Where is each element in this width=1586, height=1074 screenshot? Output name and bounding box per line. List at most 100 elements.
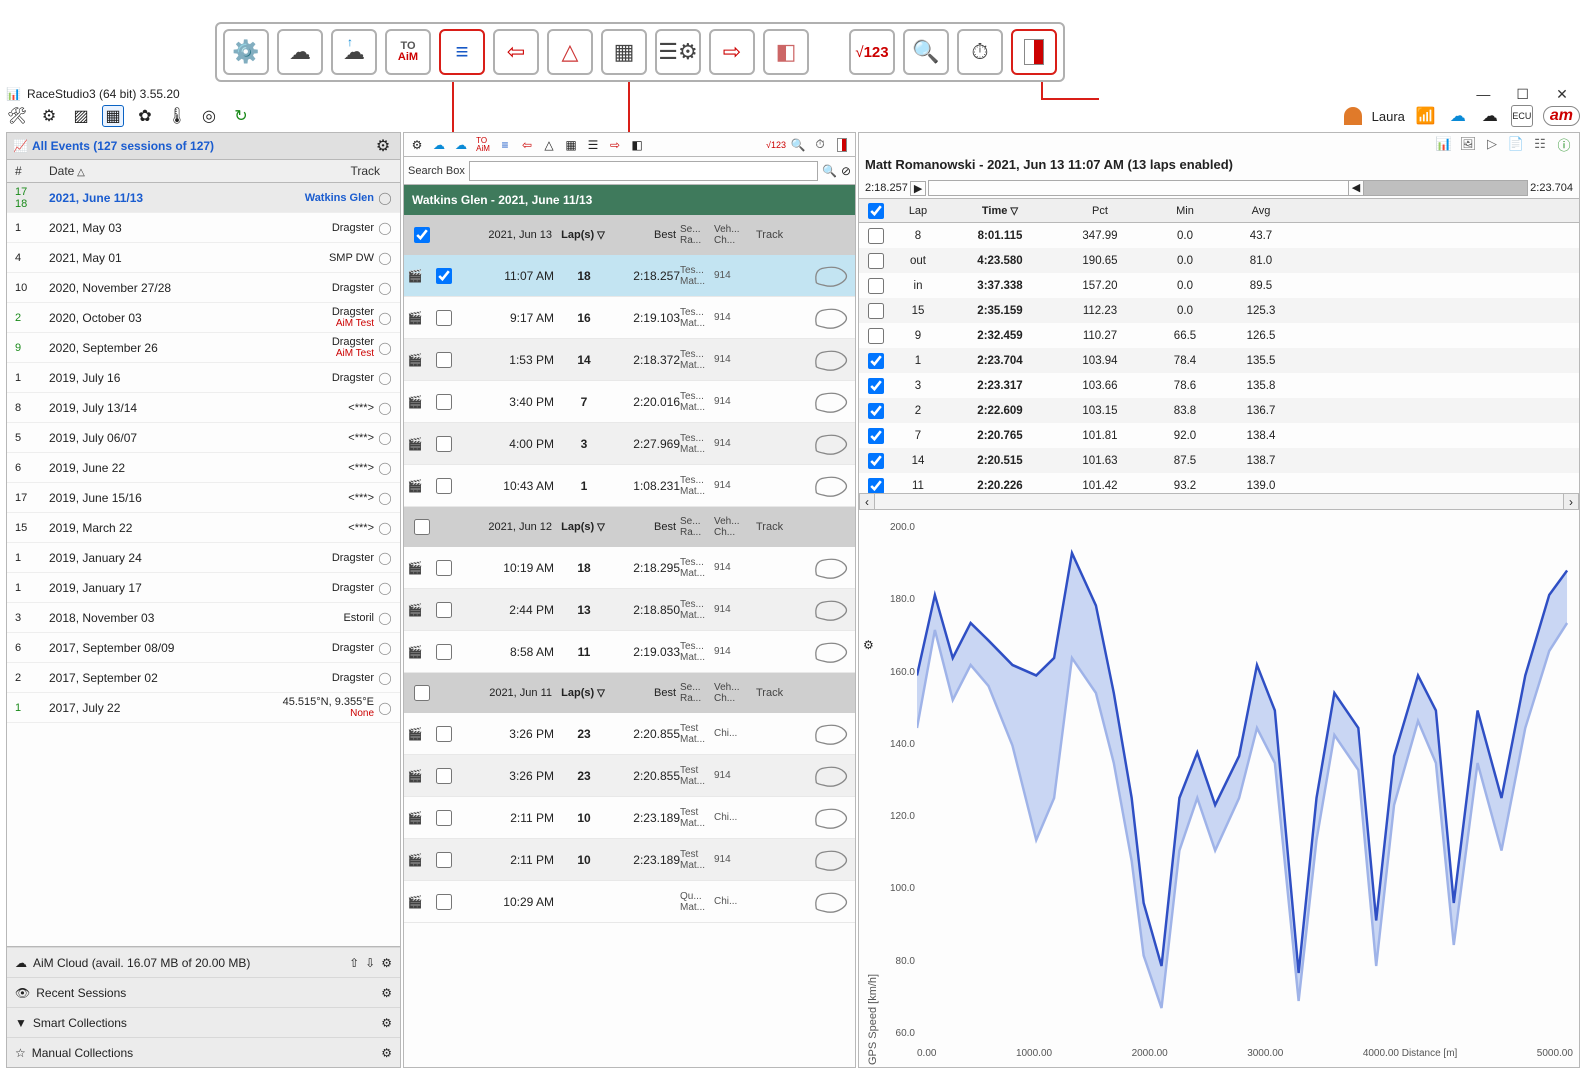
info-icon[interactable]: ⓘ: [1555, 135, 1573, 153]
laps-table-body[interactable]: 88:01.115347.990.043.7out4:23.580190.650…: [859, 223, 1579, 493]
mini-export-icon[interactable]: ⇨: [606, 136, 624, 154]
session-row[interactable]: 🎬2:11 PM102:23.189TestMat...Chi...: [404, 797, 855, 839]
inspect-icon[interactable]: 🔍: [903, 29, 949, 75]
session-checkbox[interactable]: [436, 644, 452, 660]
day-laps-header[interactable]: Lap(s): [558, 521, 608, 533]
mini-gear-icon[interactable]: ⚙: [408, 136, 426, 154]
day-checkbox[interactable]: [414, 685, 430, 701]
settings-gear-icon[interactable]: ⚙️: [223, 29, 269, 75]
session-checkbox[interactable]: [436, 852, 452, 868]
session-checkbox[interactable]: [436, 352, 452, 368]
lap-row[interactable]: 22:22.609103.1583.8136.7: [859, 398, 1579, 423]
day-checkbox[interactable]: [414, 519, 430, 535]
session-row[interactable]: 🎬1:53 PM142:18.372Tes...Mat...914: [404, 339, 855, 381]
lap-checkbox[interactable]: [868, 478, 884, 494]
session-checkbox[interactable]: [436, 894, 452, 910]
layers-2-icon[interactable]: ▨: [70, 105, 92, 127]
config-icon[interactable]: ☰⚙: [655, 29, 701, 75]
maximize-button[interactable]: ☐: [1505, 85, 1541, 103]
session-row[interactable]: 🎬3:26 PM232:20.855TestMat...914: [404, 755, 855, 797]
lap-row[interactable]: 32:23.317103.6678.6135.8: [859, 373, 1579, 398]
day-best-header[interactable]: Best: [608, 521, 680, 533]
event-row[interactable]: 12019, July 16Dragster◯: [7, 363, 400, 393]
event-row[interactable]: 62019, June 22<***>◯: [7, 453, 400, 483]
lap-checkbox[interactable]: [868, 403, 884, 419]
mini-back-icon[interactable]: ⇦: [518, 136, 536, 154]
lap-row[interactable]: 92:32.459110.2766.5126.5: [859, 323, 1579, 348]
cloud-sync-icon[interactable]: ☁: [1447, 105, 1469, 127]
session-checkbox[interactable]: [436, 602, 452, 618]
minimize-button[interactable]: —: [1465, 85, 1501, 103]
day-best-header[interactable]: Best: [608, 687, 680, 699]
mini-peak-icon[interactable]: △: [540, 136, 558, 154]
cloud-icon[interactable]: ☁: [1479, 105, 1501, 127]
col-lap-header[interactable]: Lap: [891, 205, 945, 217]
close-button[interactable]: ✕: [1544, 85, 1580, 103]
lap-row[interactable]: 142:20.515101.6387.5138.7: [859, 448, 1579, 473]
split-view-button[interactable]: [1011, 29, 1057, 75]
photo-icon[interactable]: 🖼: [1459, 135, 1477, 153]
sessions-list[interactable]: 2021, Jun 13Lap(s)BestSe...Ra...Veh...Ch…: [404, 215, 855, 1067]
recent-settings-icon[interactable]: ⚙: [381, 986, 392, 1000]
mini-eraser-icon[interactable]: ◧: [628, 136, 646, 154]
mini-cloud-up-icon[interactable]: ☁: [452, 136, 470, 154]
cloud-settings-icon[interactable]: ⚙: [381, 956, 392, 970]
session-checkbox[interactable]: [436, 436, 452, 452]
ecu-icon[interactable]: ECU: [1511, 105, 1533, 127]
session-row[interactable]: 🎬4:00 PM32:27.969Tes...Mat...914: [404, 423, 855, 465]
session-checkbox[interactable]: [436, 560, 452, 576]
chart-small-icon[interactable]: 📊: [1435, 135, 1453, 153]
mini-stopwatch-icon[interactable]: ⏱: [811, 136, 829, 154]
lap-checkbox[interactable]: [868, 328, 884, 344]
peak-icon[interactable]: △: [547, 29, 593, 75]
session-row[interactable]: 🎬8:58 AM112:19.033Tes...Mat...914: [404, 631, 855, 673]
event-row[interactable]: 17 182021, June 11/13Watkins Glen◯: [7, 183, 400, 213]
event-row[interactable]: 62017, September 08/09Dragster◯: [7, 633, 400, 663]
event-row[interactable]: 172019, June 15/16<***>◯: [7, 483, 400, 513]
wifi-icon[interactable]: 📶: [1415, 105, 1437, 127]
doc-icon[interactable]: 📄: [1507, 135, 1525, 153]
layers-3-icon[interactable]: ▦: [102, 105, 124, 127]
col-pct-header[interactable]: Pct: [1055, 205, 1145, 217]
session-row[interactable]: 🎬11:07 AM182:18.257Tes...Mat...914: [404, 255, 855, 297]
event-row[interactable]: 22020, October 03DragsterAiM Test◯: [7, 303, 400, 333]
mini-config-icon[interactable]: ☰: [584, 136, 602, 154]
session-row[interactable]: 🎬10:29 AMQu...Mat...Chi...: [404, 881, 855, 923]
smart-collections-row[interactable]: ▼ Smart Collections ⚙: [7, 1007, 400, 1037]
scroll-left-icon[interactable]: ‹: [859, 494, 875, 509]
session-checkbox[interactable]: [436, 478, 452, 494]
lap-checkbox[interactable]: [868, 453, 884, 469]
lap-checkbox[interactable]: [868, 353, 884, 369]
manual-settings-icon[interactable]: ⚙: [381, 1046, 392, 1060]
day-checkbox[interactable]: [414, 227, 430, 243]
session-checkbox[interactable]: [436, 310, 452, 326]
play-icon[interactable]: ▷: [1483, 135, 1501, 153]
scroll-right-icon[interactable]: ›: [1563, 494, 1579, 509]
mini-list-icon[interactable]: ≡: [496, 136, 514, 154]
event-row[interactable]: 152019, March 22<***>◯: [7, 513, 400, 543]
day-best-header[interactable]: Best: [608, 229, 680, 241]
col-time-header[interactable]: Time: [945, 205, 1055, 217]
day-laps-header[interactable]: Lap(s): [558, 229, 608, 241]
col-min-header[interactable]: Min: [1145, 205, 1225, 217]
lap-checkbox[interactable]: [868, 428, 884, 444]
mini-grid-icon[interactable]: ▦: [562, 136, 580, 154]
col-date-header[interactable]: Date: [43, 164, 290, 178]
event-row[interactable]: 12021, May 03Dragster◯: [7, 213, 400, 243]
event-row[interactable]: 22017, September 02Dragster◯: [7, 663, 400, 693]
event-row[interactable]: 42021, May 01SMP DW◯: [7, 243, 400, 273]
event-row[interactable]: 52019, July 06/07<***>◯: [7, 423, 400, 453]
layers-icon[interactable]: ☷: [1531, 135, 1549, 153]
event-row[interactable]: 12019, January 17Dragster◯: [7, 573, 400, 603]
mini-split-icon[interactable]: [833, 136, 851, 154]
session-row[interactable]: 🎬3:40 PM72:20.016Tes...Mat...914: [404, 381, 855, 423]
back-button[interactable]: ⇦: [493, 29, 539, 75]
search-input[interactable]: [469, 161, 818, 181]
session-row[interactable]: 🎬10:43 AM11:08.231Tes...Mat...914: [404, 465, 855, 507]
lap-row[interactable]: 112:20.226101.4293.2139.0: [859, 473, 1579, 493]
lap-row[interactable]: in3:37.338157.200.089.5: [859, 273, 1579, 298]
eraser-icon[interactable]: ◧: [763, 29, 809, 75]
time-slider[interactable]: ◀: [928, 180, 1528, 196]
session-row[interactable]: 🎬3:26 PM232:20.855TestMat...Chi...: [404, 713, 855, 755]
manual-collections-row[interactable]: ☆ Manual Collections ⚙: [7, 1037, 400, 1067]
